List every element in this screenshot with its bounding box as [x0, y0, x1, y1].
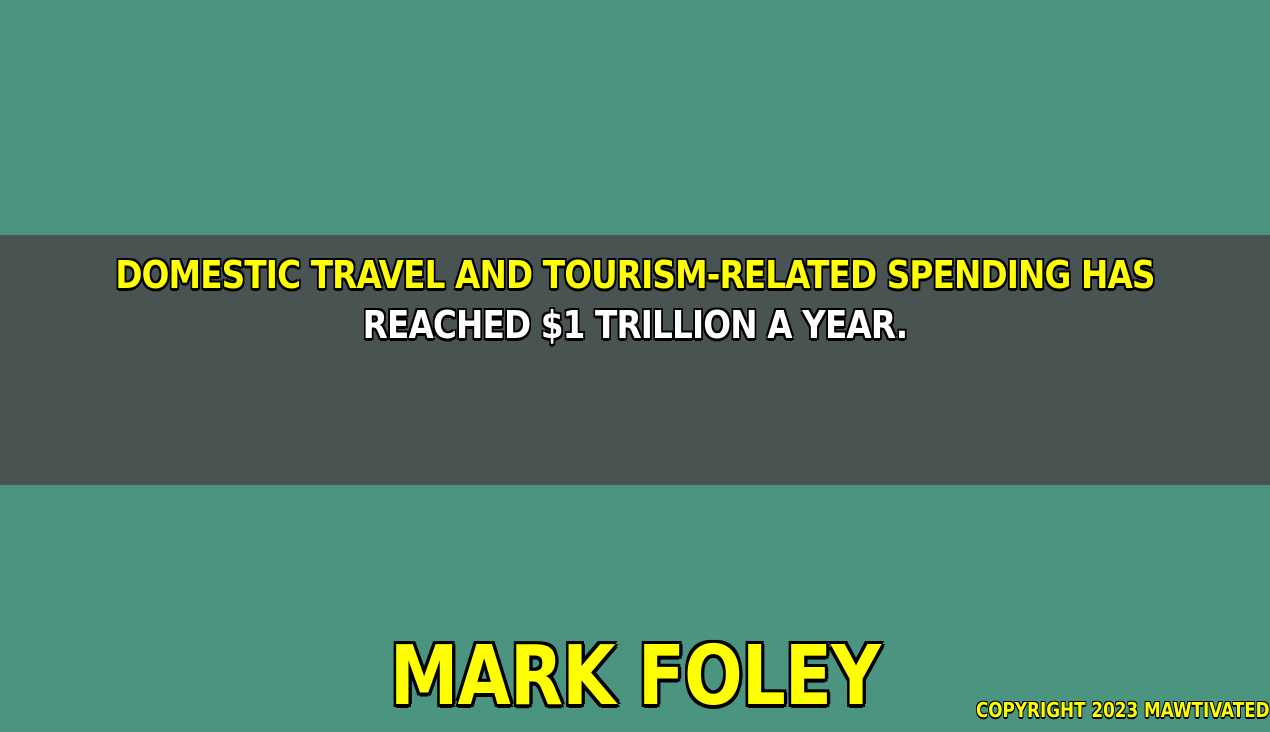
- copyright-notice: COPYRIGHT 2023 MAWTIVATED: [976, 698, 1270, 722]
- quote-line-1: DOMESTIC TRAVEL AND TOURISM-RELATED SPEN…: [115, 252, 1157, 298]
- quote-text: DOMESTIC TRAVEL AND TOURISM-RELATED SPEN…: [89, 250, 1181, 350]
- quote-line-2: REACHED $1 TRILLION A YEAR.: [362, 302, 909, 348]
